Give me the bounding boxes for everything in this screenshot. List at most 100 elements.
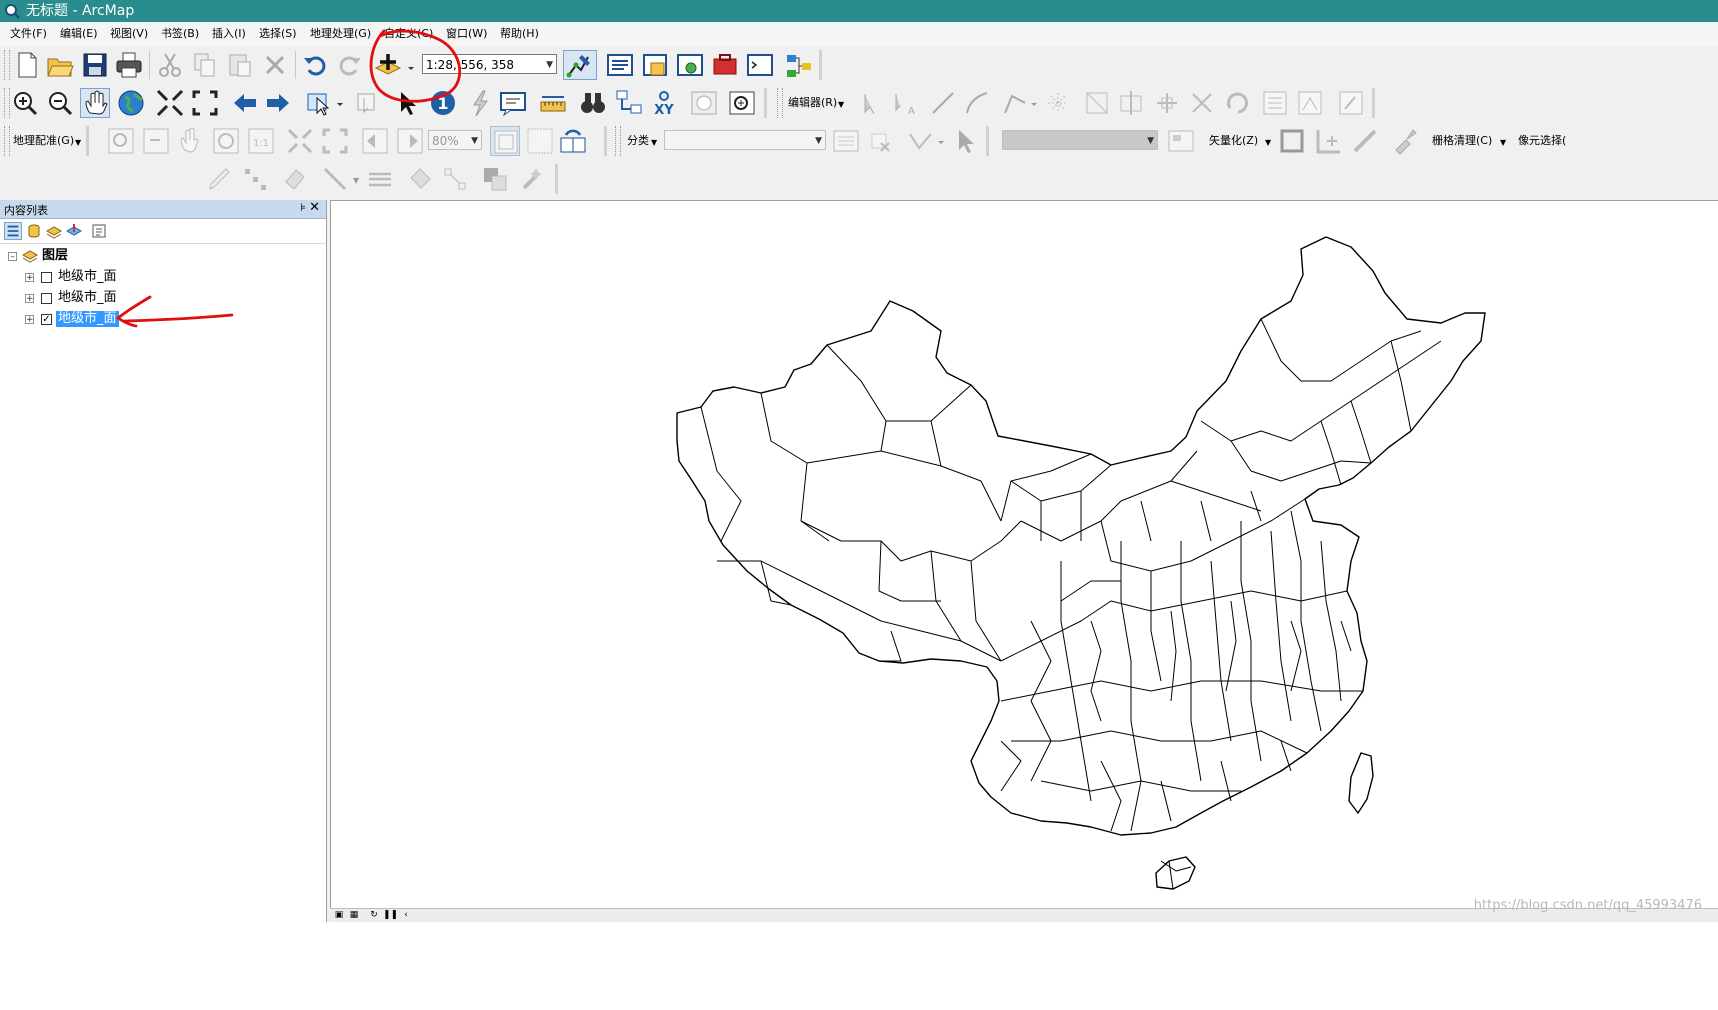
toc-options-icon[interactable] [90, 222, 108, 240]
list-by-drawing-order-icon[interactable] [4, 222, 22, 240]
html-popup-icon[interactable] [498, 88, 528, 118]
vectorization-menu-button[interactable]: 矢量化(Z) [1209, 134, 1258, 148]
toolbar-overflow[interactable] [555, 164, 558, 194]
draw-line-icon[interactable] [320, 164, 350, 194]
georef-one-to-one-icon[interactable]: 1:1 [246, 126, 276, 156]
menu-file[interactable]: 文件(F) [10, 27, 47, 41]
classification-layer-combo[interactable]: ▼ [664, 130, 826, 150]
menu-customize[interactable]: 自定义(C) [384, 27, 433, 41]
data-view-icon[interactable]: ▣ [333, 910, 345, 921]
toolbar-grip[interactable] [777, 88, 783, 118]
map-scale-combo[interactable]: 1:2​8, 556, 358 ▼ [422, 54, 557, 74]
vectorization-settings-icon[interactable] [1166, 126, 1196, 156]
measure-icon[interactable] [538, 88, 568, 118]
draw-pencil-icon[interactable] [205, 164, 235, 194]
find-route-icon[interactable] [614, 88, 644, 118]
list-by-visibility-icon[interactable] [45, 222, 63, 240]
classification-menu-button[interactable]: 分类 [627, 134, 649, 148]
draw-eraser-icon[interactable] [280, 164, 310, 194]
pause-drawing-icon[interactable]: ❚❚ [383, 910, 398, 921]
python-window-icon[interactable] [745, 50, 775, 80]
georef-back-icon[interactable] [360, 126, 390, 156]
layer-visibility-checkbox[interactable] [41, 293, 52, 304]
layer-row[interactable]: + ✓ 地级市_面 [0, 310, 326, 328]
fill-tool-icon[interactable] [405, 164, 435, 194]
collapse-icon[interactable]: – [8, 252, 17, 262]
catalog-icon[interactable] [640, 50, 670, 80]
list-by-source-icon[interactable] [25, 222, 43, 240]
reshape-feature-icon[interactable] [1082, 88, 1112, 118]
georef-zoom-combo[interactable]: 80% ▼ [428, 130, 482, 150]
georef-fixed-zoom-in-icon[interactable] [285, 126, 315, 156]
trace-line-icon[interactable] [1350, 126, 1380, 156]
layout-view-icon[interactable]: ▦ [348, 910, 360, 921]
clear-training-icon[interactable] [866, 126, 896, 156]
layer-visibility-checkbox[interactable] [41, 272, 52, 283]
toolbar-overflow[interactable] [819, 50, 822, 80]
georef-magnifier-icon[interactable] [490, 126, 520, 156]
redo-icon[interactable] [335, 50, 365, 80]
cut-polygons-icon[interactable] [1116, 88, 1146, 118]
delete-icon[interactable] [260, 50, 290, 80]
new-document-icon[interactable] [12, 50, 42, 80]
draw-polygon-icon[interactable] [906, 126, 946, 156]
find-binoculars-icon[interactable] [578, 88, 608, 118]
training-manager-icon[interactable] [831, 126, 861, 156]
select-training-icon[interactable] [951, 126, 981, 156]
menu-windows[interactable]: 窗口(W) [446, 27, 487, 41]
table-of-contents-icon[interactable] [605, 50, 635, 80]
georef-full-extent-icon[interactable] [211, 126, 241, 156]
georef-forward-icon[interactable] [395, 126, 425, 156]
split-line-icon[interactable] [1187, 88, 1217, 118]
layer-row[interactable]: + 地级市_面 [0, 268, 326, 286]
attributes-icon[interactable] [1260, 88, 1290, 118]
identify-icon[interactable]: 1 [428, 88, 458, 118]
pan-hand-icon[interactable] [80, 88, 110, 118]
full-extent-globe-icon[interactable] [116, 88, 146, 118]
go-forward-icon[interactable] [263, 88, 293, 118]
layers-root-row[interactable]: – 图层 [0, 247, 326, 265]
georef-overview-icon[interactable] [525, 126, 555, 156]
open-folder-icon[interactable] [45, 50, 75, 80]
undo-icon[interactable] [300, 50, 330, 80]
editor-menu-button[interactable]: 编辑器(R) [788, 96, 837, 110]
edit-vertices-icon[interactable] [1043, 88, 1073, 118]
magnifier-window-icon[interactable] [727, 88, 757, 118]
toolbar-overflow[interactable] [1372, 88, 1375, 118]
toolbar-grip[interactable] [4, 126, 10, 156]
go-to-xy-icon[interactable]: XY [649, 88, 679, 118]
raster-snapping-icon[interactable] [1277, 126, 1307, 156]
line-width-icon[interactable] [365, 164, 395, 194]
toolbar-overflow[interactable] [764, 88, 767, 118]
rotate-tool-icon[interactable] [1222, 88, 1252, 118]
end-point-arc-icon[interactable] [962, 88, 992, 118]
toolbar-overflow[interactable] [986, 126, 989, 156]
copy-icon[interactable] [190, 50, 220, 80]
georef-zoom-out-icon[interactable] [141, 126, 171, 156]
zoom-in-icon[interactable] [10, 88, 40, 118]
create-features-icon[interactable] [1336, 88, 1366, 118]
toolbar-overflow[interactable] [604, 126, 607, 156]
georef-fixed-zoom-out-icon[interactable] [320, 126, 350, 156]
georeferencing-menu-button[interactable]: 地理配准(G) [13, 134, 74, 148]
close-icon[interactable]: ✕ [309, 200, 320, 215]
georef-update-icon[interactable] [558, 126, 588, 156]
menu-view[interactable]: 视图(V) [110, 27, 148, 41]
fixed-zoom-out-icon[interactable] [190, 88, 220, 118]
layer-row[interactable]: + 地级市_面 [0, 289, 326, 307]
go-back-icon[interactable] [230, 88, 260, 118]
georef-zoom-in-icon[interactable] [106, 126, 136, 156]
layer-name[interactable]: 地级市_面 [56, 311, 119, 327]
vectorization-trace-icon[interactable] [1314, 126, 1344, 156]
layer-name[interactable]: 地级市_面 [56, 269, 119, 285]
pin-icon[interactable]: ⊧ [300, 201, 306, 214]
scroll-left-icon[interactable]: ‹ [400, 910, 412, 921]
magic-wand-icon[interactable] [518, 164, 548, 194]
arcscan-layer-combo[interactable]: ▼ [1002, 130, 1158, 150]
menu-insert[interactable]: 插入(I) [212, 27, 246, 41]
edit-annotation-icon[interactable]: A [888, 88, 918, 118]
construction-tools-icon[interactable] [1000, 88, 1038, 118]
layer-order-icon[interactable] [480, 164, 510, 194]
menu-geoprocessing[interactable]: 地理处理(G) [310, 27, 371, 41]
georef-pan-icon[interactable] [176, 126, 206, 156]
